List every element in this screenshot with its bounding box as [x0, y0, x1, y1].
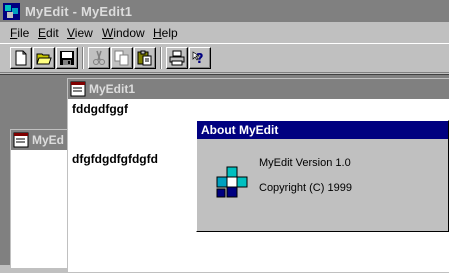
paste-icon — [137, 50, 152, 66]
save-button[interactable] — [56, 47, 78, 69]
document-line: dfgfdgdfgfdgfd — [72, 152, 158, 166]
menu-view[interactable]: View — [67, 26, 93, 40]
document-icon — [13, 132, 29, 148]
toolbar-separator — [82, 47, 84, 69]
menu-edit-label: dit — [46, 26, 59, 40]
about-copyright-text: Copyright (C) 1999 — [259, 182, 352, 194]
cut-icon — [93, 50, 105, 65]
window-title: MyEdit - MyEdit1 — [25, 4, 133, 19]
about-dialog: About MyEdit MyEdit Version 1.0 Copyrigh… — [196, 120, 449, 232]
open-button[interactable] — [33, 47, 55, 69]
print-button[interactable] — [166, 47, 188, 69]
menu-view-key: V — [67, 26, 75, 40]
help-icon: ? — [192, 51, 204, 66]
menu-edit-key: E — [38, 26, 47, 40]
about-dialog-title: About MyEdit — [201, 123, 279, 137]
document-icon — [70, 81, 86, 97]
cut-button[interactable] — [88, 47, 110, 69]
copy-button[interactable] — [111, 47, 133, 69]
menu-file-label: ile — [17, 26, 30, 40]
menu-help-key: H — [153, 26, 162, 40]
menu-file[interactable]: File — [10, 26, 29, 40]
document-window-back[interactable]: MyEd — [10, 129, 70, 269]
menu-window-key: W — [102, 26, 114, 40]
document-title-bar-front[interactable]: MyEdit1 — [68, 79, 449, 99]
menu-edit[interactable]: Edit — [38, 26, 59, 40]
open-icon — [36, 53, 52, 65]
document-title-front: MyEdit1 — [89, 82, 136, 96]
menu-help[interactable]: Help — [153, 26, 178, 40]
menu-help-label: elp — [161, 26, 178, 40]
paste-button[interactable] — [134, 47, 156, 69]
menu-window[interactable]: Window — [102, 26, 145, 40]
main-title-bar[interactable]: MyEdit - MyEdit1 — [0, 0, 449, 23]
about-version-text: MyEdit Version 1.0 — [259, 157, 351, 169]
toolbar-separator — [160, 47, 162, 69]
new-icon — [15, 50, 27, 66]
print-icon — [169, 50, 185, 66]
help-button[interactable]: ? — [189, 47, 211, 69]
new-button[interactable] — [10, 47, 32, 69]
menu-bar: File Edit View Window Help — [0, 24, 449, 42]
about-dialog-title-bar[interactable]: About MyEdit — [197, 121, 448, 139]
copy-icon — [114, 50, 129, 66]
document-title-back: MyEd — [32, 133, 65, 147]
menu-window-label: indow — [113, 26, 145, 40]
save-icon — [60, 51, 74, 65]
document-title-bar-back[interactable]: MyEd — [11, 130, 69, 150]
app-icon — [3, 3, 20, 20]
app-logo-icon — [216, 166, 248, 198]
document-line: fddgdfggf — [72, 102, 128, 116]
toolbar: ? — [0, 43, 449, 73]
menu-view-label: iew — [74, 26, 93, 40]
